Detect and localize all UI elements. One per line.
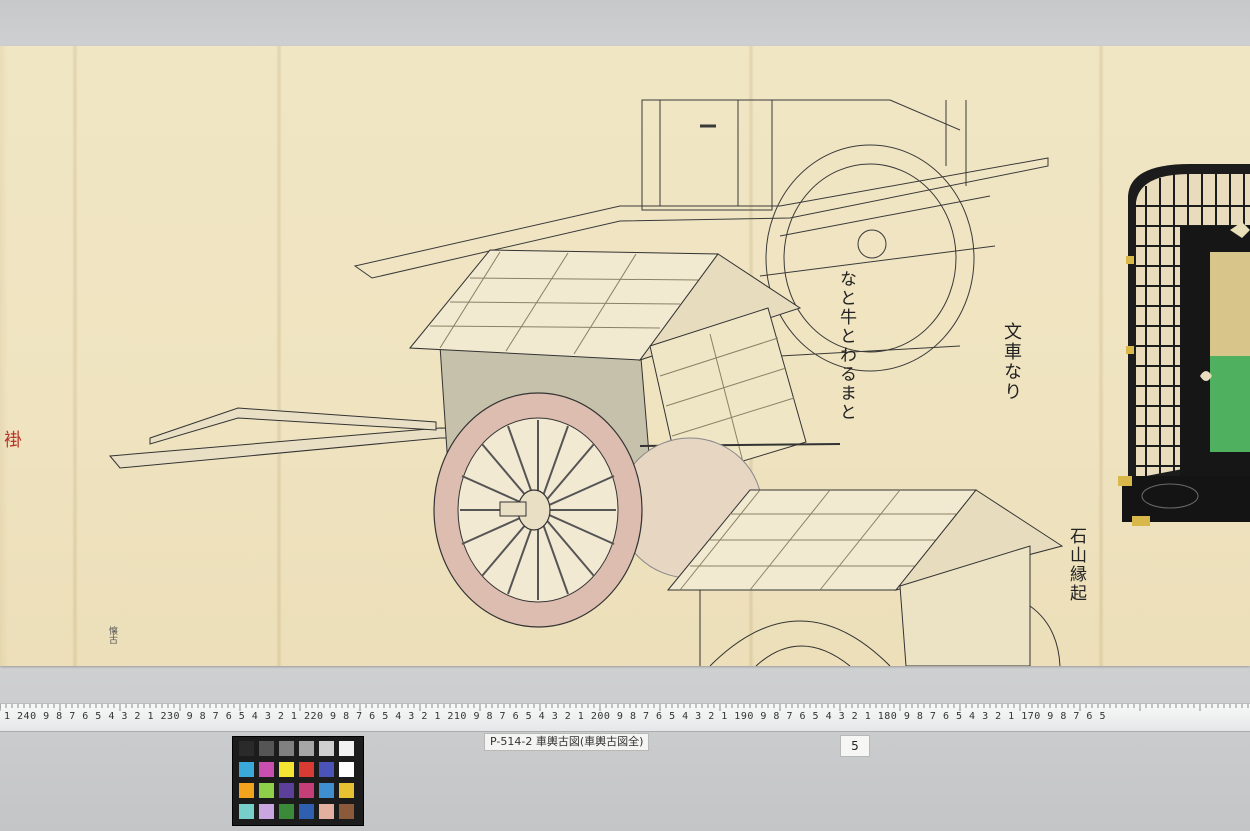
color-swatch [259,804,274,819]
color-calibration-chart [232,736,364,826]
backdrop-top [0,0,1250,50]
scroll-illustration [109,99,1250,666]
inscription-note-c: 石山縁起 [1066,527,1086,603]
color-swatch [259,762,274,777]
color-swatch [259,783,274,798]
color-swatch [339,783,354,798]
black-palanquin [1118,164,1250,526]
color-swatch [259,741,274,756]
color-swatch [279,741,294,756]
ruler-numbers: 1 240 9 8 7 6 5 4 3 2 1 230 9 8 7 6 5 4 … [4,711,1106,722]
page-number: 5 [840,735,870,757]
color-swatch [239,783,254,798]
color-swatch [339,741,354,756]
color-swatch [279,783,294,798]
color-swatch [339,804,354,819]
color-swatch [239,762,254,777]
color-swatch [319,762,334,777]
margin-stamp: 懐古 [107,626,117,644]
color-swatch [339,762,354,777]
color-swatch [279,804,294,819]
color-swatch [319,741,334,756]
inscription-note-a: なと牛とわるまと [836,270,856,422]
color-swatch [319,783,334,798]
measuring-ruler: 1 240 9 8 7 6 5 4 3 2 1 230 9 8 7 6 5 4 … [0,703,1250,732]
inscription-note-b: 文車なり [1001,322,1022,402]
color-swatch [319,804,334,819]
color-swatch [299,804,314,819]
color-swatch [299,741,314,756]
color-swatch [279,762,294,777]
catalog-label: P-514-2 車輿古図(車輿古図全) [484,733,650,751]
color-swatch [239,804,254,819]
color-swatch [239,741,254,756]
color-swatch [299,762,314,777]
red-seal: 褂 [4,430,22,451]
color-swatch [299,783,314,798]
